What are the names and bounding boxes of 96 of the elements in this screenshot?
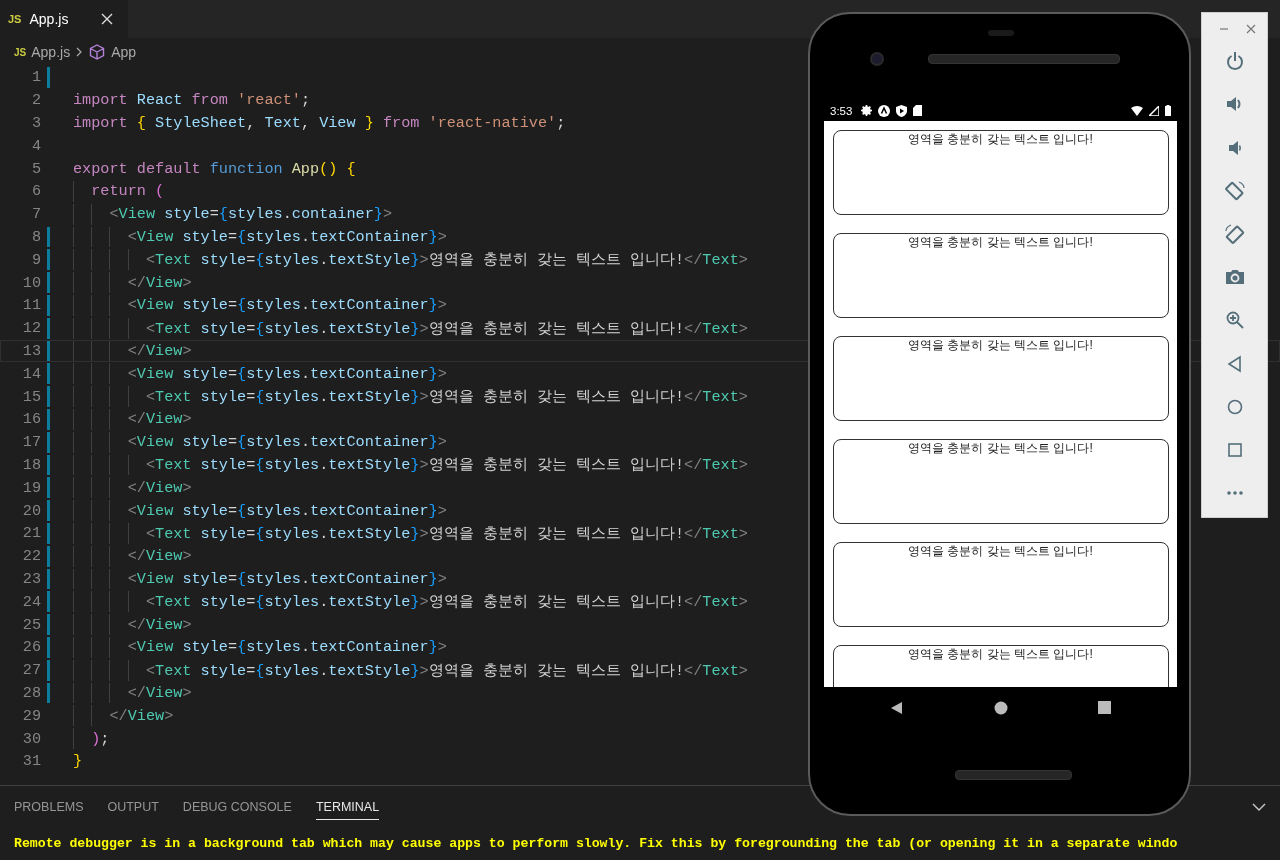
line-number: 9 (31, 250, 42, 269)
line-number: 1 (31, 68, 42, 87)
code-line: <View style={styles.textContainer}> (126, 501, 447, 520)
code-line: <View style={styles.textContainer}> (126, 364, 447, 383)
line-number: 8 (31, 227, 42, 246)
line-number: 31 (22, 752, 42, 771)
status-time: 3:53 (830, 104, 853, 117)
file-tab[interactable]: JS App.js (0, 0, 129, 38)
panel-tab[interactable]: DEBUG CONSOLE (182, 794, 292, 820)
code-line: </View> (126, 410, 192, 429)
wifi-icon (1131, 105, 1143, 116)
shield-icon (896, 104, 908, 117)
card-text: 영역을 충분히 갖는 텍스트 입니다! (908, 543, 1093, 560)
power-icon[interactable] (1224, 51, 1245, 72)
tab-label: App.js (29, 11, 69, 27)
home-icon[interactable] (994, 700, 1008, 715)
code-line: export default function App() { (73, 159, 356, 178)
gear-icon (861, 105, 873, 116)
card-text: 영역을 충분히 갖는 텍스트 입니다! (908, 440, 1093, 457)
code-line: </View> (126, 683, 192, 702)
rotate-icon[interactable] (1224, 223, 1245, 244)
line-number: 17 (22, 433, 42, 452)
line-number: 26 (22, 638, 42, 657)
line-number: 11 (22, 296, 42, 315)
line-number: 29 (22, 706, 42, 725)
card-text: 영역을 충분히 갖는 텍스트 입니다! (908, 234, 1093, 251)
line-number: 10 (22, 273, 42, 292)
sd-card-icon (913, 105, 923, 116)
line-number: 27 (22, 661, 42, 680)
rotate-icon[interactable] (1224, 180, 1245, 201)
code-line: </View> (126, 615, 192, 634)
line-number: 15 (22, 387, 42, 406)
code-line: import React from 'react'; (73, 91, 310, 110)
line-number: 22 (22, 547, 42, 566)
code-line: <Text style={styles.textStyle}>영역을 충분히 갖는 텍스트 입니다!</Text> (144, 318, 748, 339)
breadcrumb-item[interactable]: App.js (31, 44, 71, 60)
code-line: <Text style={styles.textStyle}>영역을 충분히 갖는 텍스트 입니다!</Text> (144, 387, 748, 408)
back-icon[interactable] (890, 700, 904, 715)
code-line: <View style={styles.textContainer}> (126, 296, 447, 315)
battery-icon (1165, 105, 1171, 116)
code-line: import { StyleSheet, Text, View } from 'react-native'; (73, 114, 566, 132)
code-line: <Text style={styles.textStyle}>영역을 충분히 갖는 텍스트 입니다!</Text> (144, 455, 748, 476)
code-line: </View> (126, 273, 192, 292)
sensor-slot (988, 30, 1014, 36)
line-number: 13 (22, 341, 42, 360)
code-line: <Text style={styles.textStyle}>영역을 충분히 갖는 텍스트 입니다!</Text> (144, 523, 748, 544)
line-number: 12 (22, 319, 42, 338)
line-number: 7 (31, 205, 42, 224)
chevron-right-icon (75, 46, 84, 58)
code-line: <View style={styles.container}> (108, 205, 393, 224)
chevron-down-icon[interactable] (1252, 802, 1266, 812)
line-number: 16 (22, 410, 42, 429)
code-line: </View> (126, 478, 192, 497)
line-number: 23 (22, 569, 42, 588)
line-number: 4 (31, 136, 42, 155)
breadcrumb-item[interactable]: App (111, 44, 137, 60)
line-number: 3 (31, 114, 42, 132)
code-line: ); (90, 729, 110, 748)
js-file-icon: JS (14, 46, 27, 58)
signal-icon (1149, 105, 1159, 116)
line-number: 6 (31, 182, 42, 201)
card-text: 영역을 충분히 갖는 텍스트 입니다! (908, 646, 1093, 663)
code-line: </View> (126, 341, 192, 360)
code-line: } (73, 752, 83, 771)
code-line: <Text style={styles.textStyle}>영역을 충분히 갖는 텍스트 입니다!</Text> (144, 592, 748, 613)
code-line: <View style={styles.textContainer}> (126, 227, 447, 246)
line-number: 2 (31, 91, 42, 110)
line-number: 18 (22, 455, 42, 474)
line-number: 14 (22, 364, 42, 383)
panel-tab[interactable]: TERMINAL (315, 794, 380, 820)
panel-tab[interactable]: OUTPUT (107, 794, 159, 820)
camera-lens (870, 52, 884, 66)
card-text: 영역을 충분히 갖는 텍스트 입니다! (908, 131, 1093, 148)
line-number: 5 (31, 159, 42, 178)
letter-circle-icon (878, 104, 891, 117)
code-line: </View> (126, 547, 192, 566)
code-line: <Text style={styles.textStyle}>영역을 충분히 갖는 텍스트 입니다!</Text> (144, 250, 748, 271)
panel-tab[interactable]: PROBLEMS (14, 794, 84, 820)
line-number: 19 (22, 478, 42, 497)
terminal-line: Remote debugger is in a background tab which may cause apps to perform slowly. Fix this by foregrounding the tab (or opening it in a separate windo (13, 835, 1179, 851)
code-line: </View> (108, 706, 174, 725)
card-text: 영역을 충분히 갖는 텍스트 입니다! (908, 337, 1093, 354)
line-number: 25 (22, 615, 42, 634)
code-line: <View style={styles.textContainer}> (126, 569, 447, 588)
line-number: 20 (22, 501, 42, 520)
line-number: 30 (22, 729, 42, 748)
line-number: 21 (22, 524, 42, 543)
js-file-icon: JS (8, 13, 22, 25)
code-line: <Text style={styles.textStyle}>영역을 충분히 갖는 텍스트 입니다!</Text> (144, 660, 748, 681)
code-line: <View style={styles.textContainer}> (126, 433, 447, 452)
zoom-in-icon[interactable] (1224, 310, 1245, 331)
code-line: <View style={styles.textContainer}> (126, 638, 447, 657)
line-number: 24 (22, 592, 42, 611)
cube-icon (88, 43, 107, 61)
code-line: return ( (90, 182, 165, 201)
line-number: 28 (22, 683, 42, 702)
